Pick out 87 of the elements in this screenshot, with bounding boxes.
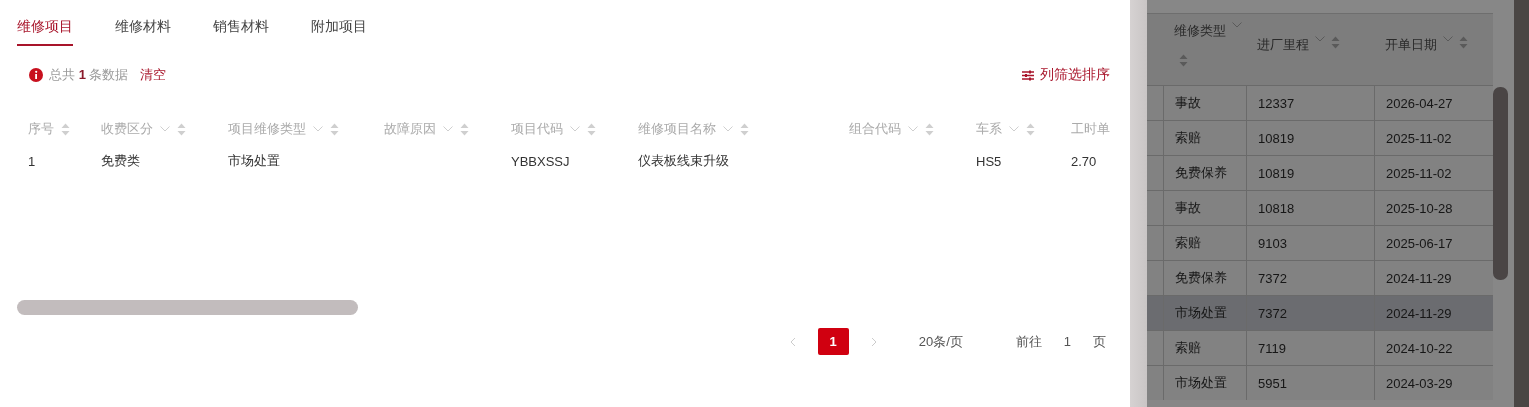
- table-cell: 7119: [1258, 340, 1286, 356]
- table-row[interactable]: 免费保养 7372 2024-11-29: [1147, 260, 1493, 295]
- table-row[interactable]: 免费保养 10819 2025-11-02: [1147, 155, 1493, 190]
- goto-label: 前往: [1015, 332, 1042, 351]
- sort-icon[interactable]: [1179, 54, 1188, 67]
- column-header: 开单日期: [1385, 36, 1437, 54]
- table-cell: 2026-04-27: [1386, 95, 1453, 111]
- sort-icon[interactable]: [587, 122, 596, 136]
- table-cell: 免费保养: [1175, 164, 1227, 182]
- tab[interactable]: 维修项目: [17, 18, 73, 46]
- table-row[interactable]: 市场处置 5951 2024-03-29: [1147, 365, 1493, 400]
- column-header: 进厂里程: [1257, 36, 1309, 54]
- sort-icon[interactable]: [330, 122, 339, 136]
- table-cell: 10818: [1258, 200, 1295, 216]
- table-cell: 索赔: [1175, 234, 1201, 252]
- table-cell: 2024-11-29: [1386, 305, 1452, 321]
- table-cell: 免费类: [101, 152, 140, 170]
- tab[interactable]: 附加项目: [311, 18, 367, 46]
- chevron-left-icon[interactable]: [789, 336, 796, 347]
- table-cell: 仪表板线束升级: [638, 152, 729, 170]
- table-cell: 市场处置: [1175, 304, 1227, 322]
- column-header: 维修类型: [1174, 22, 1226, 40]
- table-cell: 9103: [1258, 235, 1287, 251]
- table-cell: 2025-06-17: [1386, 235, 1453, 251]
- tab[interactable]: 维修材料: [115, 18, 171, 46]
- sort-icon[interactable]: [1026, 122, 1035, 136]
- table-cell: 2025-11-02: [1386, 165, 1452, 181]
- column-header: 项目代码: [511, 120, 563, 138]
- column-header: 维修项目名称: [638, 120, 716, 138]
- table-row[interactable]: 事故 10818 2025-10-28: [1147, 190, 1493, 225]
- table-cell: HS5: [976, 153, 1002, 169]
- column-header: 序号: [28, 120, 54, 138]
- table-cell: 市场处置: [228, 152, 280, 170]
- column-header: 车系: [976, 120, 1002, 138]
- table-cell: 7372: [1258, 270, 1287, 286]
- table-row[interactable]: 市场处置 7372 2024-11-29: [1147, 295, 1493, 330]
- sort-icon[interactable]: [740, 122, 749, 136]
- page-button[interactable]: 1: [817, 328, 849, 355]
- table-cell: 2024-11-29: [1386, 270, 1452, 286]
- scrollbar[interactable]: [1493, 87, 1508, 280]
- column-header: 组合代码: [849, 120, 901, 138]
- table-cell: 2.70: [1071, 153, 1097, 169]
- table-row[interactable]: 索赔 7119 2024-10-22: [1147, 330, 1493, 365]
- table-cell: 10819: [1258, 130, 1295, 146]
- summary-text: 总共 1 条数据: [49, 66, 129, 84]
- table-cell: 5951: [1258, 375, 1287, 391]
- sort-icon[interactable]: [177, 122, 186, 136]
- sliders-icon: [1022, 69, 1034, 81]
- column-header: 故障原因: [384, 120, 436, 138]
- table-row[interactable]: 索赔 9103 2025-06-17: [1147, 225, 1493, 260]
- chevron-down-icon[interactable]: [1443, 36, 1453, 42]
- sort-icon[interactable]: [460, 122, 469, 136]
- table-cell: 2025-11-02: [1386, 130, 1452, 146]
- table-cell: 索赔: [1175, 129, 1201, 147]
- column-header: 工时单: [1071, 120, 1110, 138]
- table-row[interactable]: 事故 12337 2026-04-27: [1147, 85, 1493, 120]
- clear-link[interactable]: 清空: [140, 66, 167, 84]
- table-row[interactable]: 索赔 10819 2025-11-02: [1147, 120, 1493, 155]
- tab[interactable]: 销售材料: [213, 18, 269, 46]
- table-cell: 事故: [1175, 94, 1201, 112]
- page-size-select[interactable]: 20条/页: [918, 332, 963, 351]
- chevron-down-icon[interactable]: [1232, 22, 1242, 28]
- table-cell: 索赔: [1175, 339, 1201, 357]
- table-cell: YBBXSSJ: [511, 153, 570, 169]
- table-cell: 10819: [1258, 165, 1295, 181]
- table-cell: 2025-10-28: [1386, 200, 1453, 216]
- chevron-right-icon[interactable]: [870, 336, 877, 347]
- sort-icon[interactable]: [925, 122, 934, 136]
- chevron-down-icon[interactable]: [1315, 36, 1325, 42]
- column-header: 收费区分: [101, 120, 153, 138]
- table-cell: 免费保养: [1175, 269, 1227, 287]
- page-input[interactable]: 1: [1063, 334, 1071, 349]
- table-cell: 2024-03-29: [1386, 375, 1453, 391]
- table-cell: 1: [28, 153, 36, 169]
- column-sort-button[interactable]: 列筛选排序: [1022, 66, 1110, 84]
- table-cell: 2024-10-22: [1386, 340, 1453, 356]
- info-icon: [29, 68, 43, 82]
- table-cell: 事故: [1175, 199, 1201, 217]
- sort-icon[interactable]: [1331, 36, 1340, 49]
- sort-icon[interactable]: [1459, 36, 1468, 49]
- scrollbar[interactable]: [17, 300, 358, 315]
- table-cell: 7372: [1258, 305, 1287, 321]
- table-cell: 市场处置: [1175, 374, 1227, 392]
- column-header: 项目维修类型: [228, 120, 306, 138]
- table-cell: 12337: [1258, 95, 1295, 111]
- sort-icon[interactable]: [61, 122, 70, 136]
- page-label: 页: [1093, 332, 1106, 351]
